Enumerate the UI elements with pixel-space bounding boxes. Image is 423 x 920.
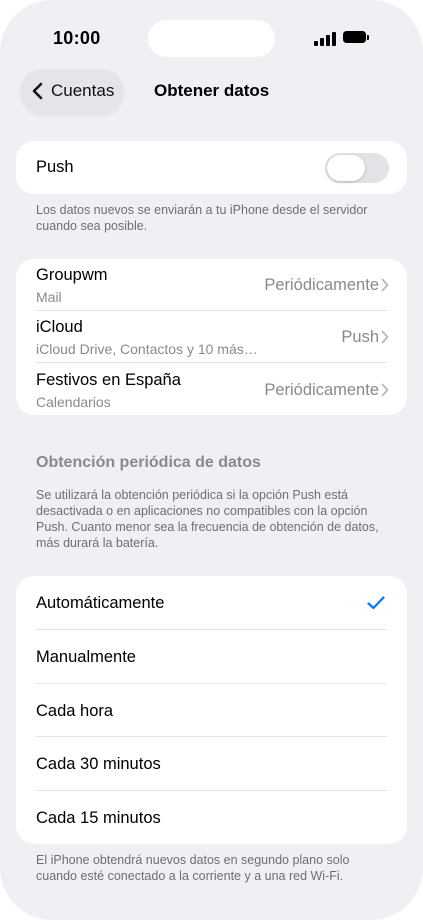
account-fetch-value: Periódicamente xyxy=(264,276,379,294)
account-fetch-value: Push xyxy=(341,328,379,346)
fetch-note: Se utilizará la obtención periódica si l… xyxy=(36,488,379,550)
option-manualmente[interactable]: Manualmente xyxy=(16,630,407,683)
status-bar: 10:00 xyxy=(0,0,423,70)
account-name: Festivos en España xyxy=(36,371,181,389)
account-row-groupwm[interactable]: Groupwm Mail Periódicamente xyxy=(16,259,407,311)
fetch-options-card: Automáticamente Manualmente Cada hora Ca… xyxy=(16,576,407,844)
push-note: Los datos nuevos se enviarán a tu iPhone… xyxy=(36,203,368,233)
option-cada-hora[interactable]: Cada hora xyxy=(16,684,407,737)
cellular-signal-icon xyxy=(314,32,336,46)
chevron-right-icon xyxy=(381,383,389,397)
accounts-card: Groupwm Mail Periódicamente iCloud iClou… xyxy=(16,259,407,415)
battery-icon xyxy=(343,31,369,44)
account-name: Groupwm xyxy=(36,266,108,284)
account-row-festivos[interactable]: Festivos en España Calendarios Periódica… xyxy=(16,363,407,415)
back-button-label: Cuentas xyxy=(51,81,115,100)
option-label: Manualmente xyxy=(36,648,136,666)
account-fetch-value: Periódicamente xyxy=(264,381,379,399)
option-label: Cada 15 minutos xyxy=(36,809,161,827)
chevron-right-icon xyxy=(381,330,389,344)
back-button[interactable]: Cuentas xyxy=(21,70,123,112)
option-cada-30-minutos[interactable]: Cada 30 minutos xyxy=(16,737,407,790)
chevron-right-icon xyxy=(381,278,389,292)
option-cada-15-minutos[interactable]: Cada 15 minutos xyxy=(16,791,407,844)
account-name: iCloud xyxy=(36,318,83,336)
status-time: 10:00 xyxy=(53,28,101,48)
account-row-icloud[interactable]: iCloud iCloud Drive, Contactos y 10 más…… xyxy=(16,311,407,363)
push-label: Push xyxy=(36,158,74,176)
navigation-bar: Cuentas Obtener datos xyxy=(0,70,423,114)
fetch-section-header: Obtención periódica de datos xyxy=(36,454,261,471)
chevron-left-icon xyxy=(32,82,43,100)
account-detail: Calendarios xyxy=(36,394,111,410)
page-title: Obtener datos xyxy=(154,81,270,100)
account-detail: Mail xyxy=(36,289,62,305)
option-label: Cada 30 minutos xyxy=(36,755,161,773)
phone-screen: 10:00 Cuentas Obtener datos Push Los dat… xyxy=(0,0,423,920)
push-card: Push xyxy=(16,141,407,194)
fetch-footer-note: El iPhone obtendrá nuevos datos en segun… xyxy=(36,853,350,883)
toggle-knob xyxy=(327,155,365,181)
account-detail: iCloud Drive, Contactos y 10 más… xyxy=(36,341,258,357)
option-label: Automáticamente xyxy=(36,594,165,612)
push-toggle[interactable] xyxy=(325,153,389,183)
option-automaticamente[interactable]: Automáticamente xyxy=(16,576,407,629)
checkmark-icon xyxy=(367,596,385,610)
option-label: Cada hora xyxy=(36,702,114,720)
dynamic-island xyxy=(148,20,275,57)
